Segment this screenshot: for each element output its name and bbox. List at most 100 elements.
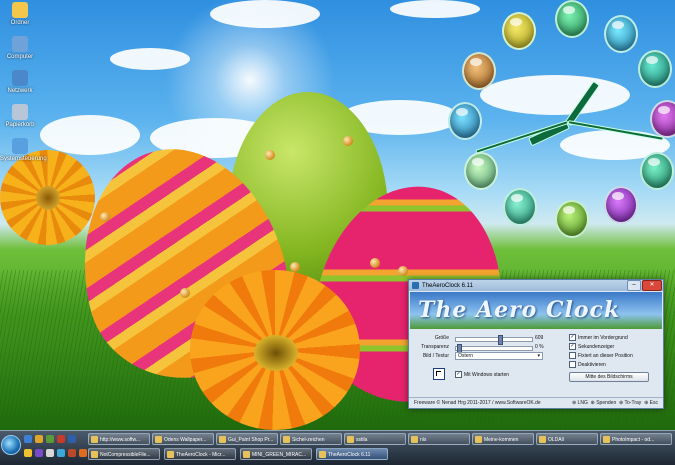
folder-icon [12,2,28,18]
checkbox-box[interactable] [569,361,576,368]
network-icon [12,70,28,86]
second-hand-checkbox[interactable]: ✓ Sekundenzeiger [569,343,614,350]
taskbar-item[interactable]: NotCompressibleFile... [88,448,160,460]
to-tray-label: To-Tray [624,400,642,406]
taskbar-item-label: Odens Wallpaper... [164,437,207,443]
desktop-icon-recycle-bin[interactable]: Papierkorb [0,104,40,128]
esc-button[interactable]: ⊕ Esc [644,400,658,406]
cloud [390,0,480,18]
checkbox-box[interactable]: ✓ [569,343,576,350]
size-label: Größe [434,335,449,341]
taskbar-item-label: TheAeroClock - Micr... [176,452,226,458]
egg-dot [290,262,300,272]
clock-gem [503,188,537,226]
desktop-icon-network[interactable]: Netzwerk [0,70,40,94]
egg-dot [398,266,408,276]
donate-button[interactable]: ⊕ Spenden [591,400,617,406]
cloud [210,0,320,28]
chevron-down-icon: ▾ [537,353,540,359]
taskbar-item-label: TheAeroClock 6.11 [328,452,371,458]
center-screen-button[interactable]: Mitte des Bildschirms [569,372,649,382]
media-icon[interactable] [57,435,65,443]
taskbar-item[interactable]: MINI_GREEN_MIRAC... [240,448,312,460]
size-value: 609 [535,335,544,341]
app-icon[interactable] [57,449,65,457]
checkbox-label: Immer im Vordergrund [578,334,628,341]
checkbox-label: Sekundenzeiger [578,343,615,350]
desktop-icon-computer[interactable]: Computer [0,36,40,60]
close-button[interactable]: ✕ [642,280,662,291]
taskbar-item[interactable]: http://www.softw... [88,433,150,445]
desktop-icon-label: Computer [6,54,34,60]
clock-gem [464,152,498,190]
checkbox-box[interactable]: ✓ [455,371,462,378]
taskbar-item[interactable]: Meine-kommen [472,433,534,445]
taskbar-item-label: OLDAll [548,437,564,443]
checkbox-label: Deaktivieren [578,361,606,368]
clock-gem [604,186,638,224]
clock-second-hand-tail [475,120,569,154]
taskbar-item[interactable]: OLDAll [536,433,598,445]
window-titlebar[interactable]: TheAeroClock 6.11 – ✕ [409,280,663,291]
taskbar-item[interactable]: Sichel-zeichen [280,433,342,445]
app-icon[interactable] [79,449,87,457]
taskbar-item-active[interactable]: TheAeroClock 6.11 [316,448,388,460]
transparency-value: 0 % [535,344,544,350]
app-icon[interactable] [68,449,76,457]
aero-clock-settings-window[interactable]: TheAeroClock 6.11 – ✕ The Aero Clock Grö… [408,279,664,409]
egg-dot [343,136,353,146]
language-button[interactable]: ⊕ LNG [572,400,588,406]
taskbar-item[interactable]: Gui_Paint Shop Pr... [216,433,278,445]
always-on-top-checkbox[interactable]: ✓ Immer im Vordergrund [569,334,628,341]
folder-icon[interactable] [24,449,32,457]
autostart-checkbox[interactable]: ✓ Mit Windows starten [455,371,509,378]
app-icon[interactable] [46,449,54,457]
transparency-slider[interactable] [455,344,533,354]
egg-dot [370,258,380,268]
fix-position-checkbox[interactable]: Fixiert an dieser Position [569,352,633,359]
taskbar-item[interactable]: nls [408,433,470,445]
desktop-icon-control-panel[interactable]: Systemsteuerung [0,138,47,162]
computer-icon [12,36,28,52]
app-icon[interactable] [35,449,43,457]
size-slider-thumb[interactable] [497,335,503,345]
size-slider[interactable] [455,335,533,345]
taskbar-item[interactable]: PhotoImpact - od... [600,433,672,445]
desktop-icon-folder[interactable]: Ordner [0,2,40,26]
clock-gem [604,15,638,53]
desktop-icon-label: Papierkorb [5,122,35,128]
deactivate-checkbox[interactable]: Deaktivieren [569,361,606,368]
desktop-icon-label: Netzwerk [7,88,33,94]
clock-gem [448,102,482,140]
cloud [480,75,630,115]
start-button[interactable] [1,435,21,455]
control-panel-icon [12,138,28,154]
taskbar-item-label: NotCompressibleFile... [100,452,151,458]
taskbar-item-label: Meine-kommen [484,437,519,443]
taskbar-item[interactable]: sstila [344,433,406,445]
texture-label: Bild / Textur [422,353,449,359]
clock-gem [555,200,589,238]
egg-dot [265,150,275,160]
clock-gem [640,152,674,190]
copyright-link[interactable]: Freeware © Nenad Hrg 2011-2017 / www.Sof… [414,398,541,408]
minimize-button[interactable]: – [627,280,641,291]
taskbar-item-label: Sichel-zeichen [292,437,325,443]
flower-center [36,186,60,210]
checkbox-box[interactable]: ✓ [569,334,576,341]
browser-icon[interactable] [68,435,76,443]
taskbar-item[interactable]: Odens Wallpaper... [152,433,214,445]
autostart-label: Mit Windows starten [464,371,510,378]
window-footer: Freeware © Nenad Hrg 2011-2017 / www.Sof… [409,397,663,408]
taskbar-item-label: Gui_Paint Shop Pr... [228,437,274,443]
texture-dropdown[interactable]: Ostern ▾ [455,352,543,360]
esc-label: Esc [649,400,658,406]
folder-icon[interactable] [35,435,43,443]
to-tray-button[interactable]: ⊕ To-Tray [619,400,641,406]
checkbox-box[interactable] [569,352,576,359]
explorer-icon[interactable] [24,435,32,443]
checkbox-label: Fixiert an dieser Position [578,352,633,359]
app-icon[interactable] [46,435,54,443]
taskbar-item[interactable]: TheAeroClock - Micr... [164,448,236,460]
taskbar-item-label: http://www.softw... [100,437,141,443]
